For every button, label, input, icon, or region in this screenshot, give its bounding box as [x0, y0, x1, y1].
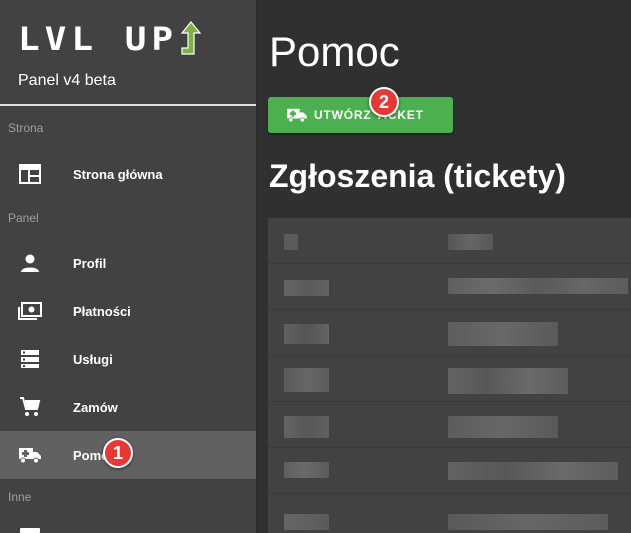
ambulance-icon [18, 443, 42, 467]
person-icon [18, 251, 42, 275]
sidebar-item-partial[interactable] [20, 528, 40, 533]
redacted-cell [448, 514, 608, 530]
ambulance-icon [287, 108, 307, 123]
tickets-section-title: Zgłoszenia (tickety) [269, 158, 566, 194]
sidebar-item-home[interactable]: Strona główna [0, 150, 256, 198]
logo[interactable]: LVL UP [18, 12, 256, 60]
money-icon [18, 299, 42, 323]
sidebar-item-label: Zamów [73, 399, 118, 415]
sidebar-item-label: Usługi [73, 351, 113, 367]
redacted-cell [448, 234, 493, 250]
annotation-badge-2: 2 [369, 87, 399, 117]
main-content: Pomoc UTWÓRZ TICKET Zgłoszenia (tickety) [258, 0, 631, 533]
create-ticket-label: UTWÓRZ TICKET [314, 108, 424, 122]
section-label-strona: Strona [8, 121, 44, 135]
panel-subtitle: Panel v4 beta [18, 72, 116, 89]
redacted-cell [284, 280, 329, 296]
redacted-cell [284, 234, 298, 250]
table-row[interactable] [268, 448, 631, 494]
redacted-cell [448, 368, 568, 394]
redacted-cell [284, 324, 329, 344]
table-row[interactable] [268, 264, 631, 310]
redacted-cell [284, 514, 329, 530]
sidebar-item-payments[interactable]: Płatności [0, 287, 256, 335]
table-row[interactable] [268, 402, 631, 448]
redacted-cell [448, 416, 558, 438]
cart-icon [18, 395, 42, 419]
table-row[interactable] [268, 494, 631, 533]
redacted-cell [284, 368, 329, 392]
redacted-cell [448, 462, 618, 480]
sidebar-item-label: Płatności [73, 303, 131, 319]
app-root: LVL UP Panel v4 beta Strona Strona główn… [0, 0, 631, 533]
redacted-cell [448, 322, 558, 346]
logo-text: LVL UP [18, 21, 179, 59]
create-ticket-button[interactable]: UTWÓRZ TICKET [268, 97, 453, 133]
sidebar-item-label: Strona główna [73, 166, 163, 182]
sidebar-item-order[interactable]: Zamów [0, 383, 256, 431]
level-up-arrow-icon [180, 21, 202, 55]
section-label-panel: Panel [8, 211, 39, 225]
redacted-cell [284, 416, 329, 438]
servers-icon [18, 347, 42, 371]
table-row[interactable] [268, 310, 631, 356]
brand: LVL UP Panel v4 beta [0, 0, 256, 106]
tickets-table [268, 218, 631, 533]
dashboard-icon [18, 162, 42, 186]
redacted-cell [448, 278, 628, 294]
table-row[interactable] [268, 356, 631, 402]
sidebar-item-services[interactable]: Usługi [0, 335, 256, 383]
sidebar-item-label: Profil [73, 255, 107, 271]
section-label-inne: Inne [8, 490, 32, 504]
annotation-badge-1: 1 [103, 438, 133, 468]
redacted-cell [284, 462, 329, 478]
table-row[interactable] [268, 218, 631, 264]
sidebar-item-profile[interactable]: Profil [0, 239, 256, 287]
page-title: Pomoc [269, 28, 400, 75]
